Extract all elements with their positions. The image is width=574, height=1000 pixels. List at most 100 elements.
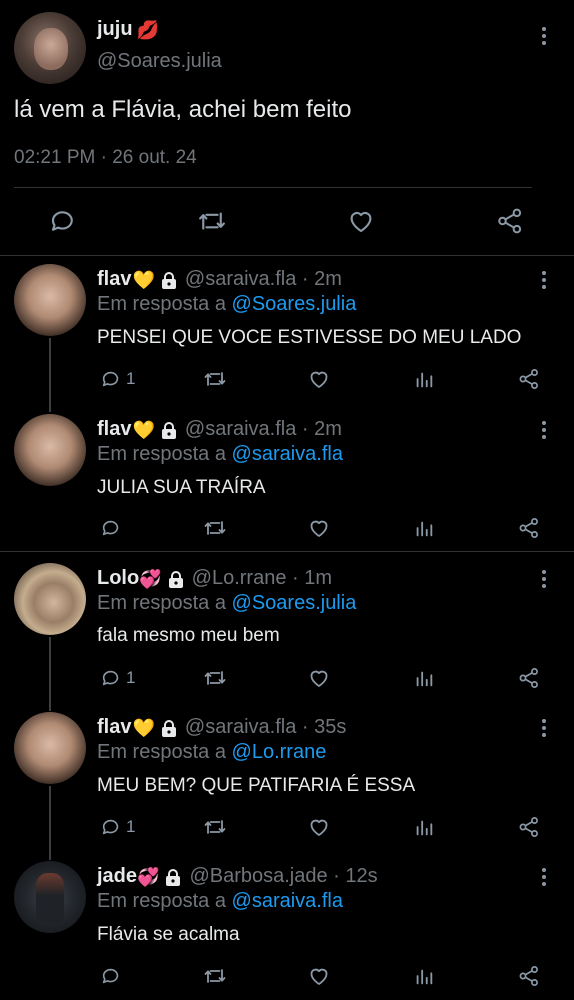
- avatar[interactable]: [14, 12, 86, 84]
- divider: [0, 551, 574, 552]
- reply-context: Em resposta a @Soares.julia: [97, 293, 356, 316]
- avatar[interactable]: [14, 563, 86, 635]
- reply-button[interactable]: [100, 964, 126, 988]
- like-icon[interactable]: [307, 964, 331, 988]
- retweet-icon[interactable]: [203, 815, 227, 839]
- retweet-icon[interactable]: [203, 516, 227, 540]
- avatar[interactable]: [14, 861, 86, 933]
- more-icon[interactable]: [534, 716, 554, 740]
- more-icon[interactable]: [534, 24, 554, 48]
- views-icon[interactable]: [413, 666, 435, 690]
- lock-icon: [161, 421, 177, 440]
- mention-link[interactable]: @Lo.rrane: [232, 741, 327, 763]
- views-icon[interactable]: [413, 964, 435, 988]
- share-icon[interactable]: [517, 367, 541, 391]
- lock-icon: [165, 868, 181, 887]
- reply-prefix: Em resposta a: [97, 443, 226, 465]
- share-icon[interactable]: [495, 206, 525, 236]
- share-icon[interactable]: [517, 666, 541, 690]
- mention-link[interactable]: @saraiva.fla: [232, 890, 343, 912]
- mention-link[interactable]: @Soares.julia: [232, 293, 357, 315]
- reply-text: PENSEI QUE VOCE ESTIVESSE DO MEU LADO: [97, 327, 522, 348]
- views-icon[interactable]: [413, 815, 435, 839]
- more-icon[interactable]: [534, 268, 554, 292]
- reply-button[interactable]: [100, 516, 126, 540]
- lock-icon: [161, 271, 177, 290]
- reply-count: 1: [126, 369, 136, 388]
- more-icon[interactable]: [534, 865, 554, 889]
- reply-prefix: Em resposta a: [97, 890, 226, 912]
- avatar[interactable]: [14, 264, 86, 336]
- mention-link[interactable]: @saraiva.fla: [232, 443, 343, 465]
- like-icon[interactable]: [307, 815, 331, 839]
- reply-tweet[interactable]: flav 💛 @saraiva.fla · 2m Em resposta a @…: [0, 412, 574, 552]
- reply-button[interactable]: 1: [100, 367, 135, 391]
- author-name[interactable]: juju 💋: [97, 18, 159, 41]
- reply-tweet[interactable]: Lolo 💞 @Lo.rrane · 1m Em resposta a @Soa…: [0, 561, 574, 701]
- author-name-text: juju: [97, 18, 133, 40]
- reply-context: Em resposta a @saraiva.fla: [97, 443, 343, 466]
- divider: [0, 255, 574, 256]
- handle-time: @saraiva.fla · 2m: [184, 268, 342, 290]
- retweet-icon[interactable]: [203, 666, 227, 690]
- reply-actions: [0, 516, 574, 546]
- author-name[interactable]: flav: [97, 268, 131, 291]
- more-icon[interactable]: [534, 567, 554, 591]
- more-icon[interactable]: [534, 418, 554, 442]
- retweet-icon[interactable]: [203, 367, 227, 391]
- views-icon[interactable]: [413, 367, 435, 391]
- like-icon[interactable]: [307, 666, 331, 690]
- reply-prefix: Em resposta a: [97, 293, 226, 315]
- revolving-hearts-emoji: 💞: [139, 568, 162, 589]
- lock-icon: [161, 719, 177, 738]
- reply-icon[interactable]: [48, 206, 78, 236]
- retweet-icon[interactable]: [203, 964, 227, 988]
- divider: [14, 187, 532, 188]
- reply-icon: [102, 371, 119, 387]
- author-name[interactable]: jade: [97, 865, 137, 888]
- author-name[interactable]: flav: [97, 418, 131, 441]
- reply-icon: [102, 670, 119, 686]
- yellow-heart-emoji: 💛: [132, 269, 155, 290]
- yellow-heart-emoji: 💛: [132, 419, 155, 440]
- like-icon[interactable]: [307, 516, 331, 540]
- handle-time: @Barbosa.jade · 12s: [189, 865, 378, 887]
- reply-text: fala mesmo meu bem: [97, 625, 280, 646]
- reply-tweet[interactable]: flav 💛 @saraiva.fla · 35s Em resposta a …: [0, 710, 574, 850]
- reply-tweet[interactable]: flav 💛 @saraiva.fla · 2m Em resposta a @…: [0, 262, 574, 402]
- reply-icon: [102, 968, 119, 984]
- reply-count: 1: [126, 668, 136, 687]
- handle-time: @saraiva.fla · 35s: [184, 716, 347, 738]
- author-name[interactable]: flav: [97, 716, 131, 739]
- share-icon[interactable]: [517, 516, 541, 540]
- lock-icon: [168, 570, 184, 589]
- reply-text: Flávia se acalma: [97, 924, 240, 945]
- reply-prefix: Em resposta a: [97, 592, 226, 614]
- reply-button[interactable]: 1: [100, 815, 135, 839]
- handle-time: @Lo.rrane · 1m: [191, 567, 332, 589]
- tweet-text: lá vem a Flávia, achei bem feito: [14, 96, 352, 123]
- like-icon[interactable]: [346, 206, 376, 236]
- main-tweet: juju 💋 @Soares.julia lá vem a Flávia, ac…: [0, 0, 574, 255]
- reply-actions: [0, 964, 574, 994]
- reply-button[interactable]: 1: [100, 666, 135, 690]
- reply-context: Em resposta a @Soares.julia: [97, 592, 356, 615]
- reply-icon: [102, 520, 119, 536]
- author-handle[interactable]: @Soares.julia: [97, 50, 222, 73]
- views-icon[interactable]: [413, 516, 435, 540]
- tweet-timestamp[interactable]: 02:21 PM · 26 out. 24: [14, 147, 197, 169]
- revolving-hearts-emoji: 💞: [137, 866, 160, 887]
- reply-actions: 1: [0, 666, 574, 696]
- author-name[interactable]: Lolo: [97, 567, 139, 590]
- avatar[interactable]: [14, 414, 86, 486]
- reply-context: Em resposta a @Lo.rrane: [97, 741, 326, 764]
- reply-count: 1: [126, 817, 136, 836]
- reply-text: MEU BEM? QUE PATIFARIA É ESSA: [97, 775, 416, 796]
- mention-link[interactable]: @Soares.julia: [232, 592, 357, 614]
- share-icon[interactable]: [517, 815, 541, 839]
- retweet-icon[interactable]: [197, 206, 227, 236]
- avatar[interactable]: [14, 712, 86, 784]
- share-icon[interactable]: [517, 964, 541, 988]
- reply-tweet[interactable]: jade 💞 @Barbosa.jade · 12s Em resposta a…: [0, 859, 574, 999]
- like-icon[interactable]: [307, 367, 331, 391]
